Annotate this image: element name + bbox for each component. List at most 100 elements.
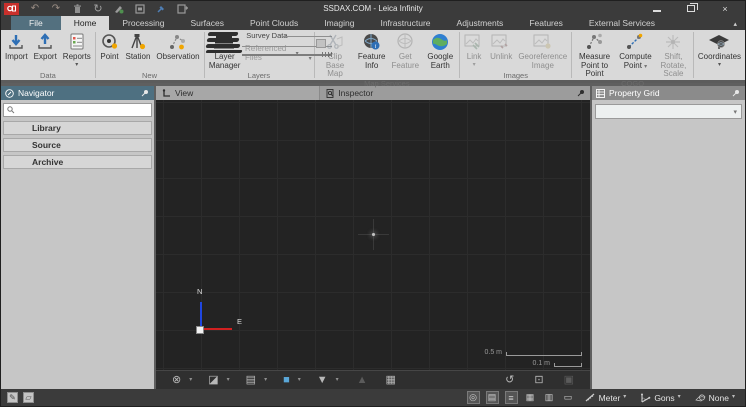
edit-tool-icon[interactable]: ✎	[7, 392, 18, 403]
view-canvas[interactable]: N E 0.5 m 0.1 m	[156, 100, 590, 370]
report-toggle-icon[interactable]: ▥	[543, 391, 556, 404]
archive-box-icon[interactable]	[134, 3, 146, 15]
import-button[interactable]: Import	[3, 32, 30, 62]
group-label-data: Data	[3, 71, 93, 80]
ribbon-group-images: Link ▾ Unlink Georeference Image Images	[460, 30, 571, 80]
view-3d-dropdown[interactable]: ▾	[296, 378, 303, 383]
tab-processing[interactable]: Processing	[109, 16, 177, 30]
inspector-toggle-icon[interactable]: ▤	[486, 391, 499, 404]
referenced-files-button[interactable]: Referenced Files ▾	[245, 44, 299, 62]
shift-rotate-scale-button[interactable]: Shift, Rotate, Scale	[656, 32, 692, 79]
station-icon	[128, 32, 148, 52]
compute-point-icon	[625, 32, 645, 52]
view-axis-icon	[162, 89, 171, 98]
view-pin-icon[interactable]	[576, 88, 586, 98]
background-mode-button[interactable]: ⊗	[170, 375, 183, 386]
property-grid-selector[interactable]: ▾	[595, 104, 742, 119]
export-icon	[36, 32, 54, 52]
navigator-section-archive[interactable]: Archive	[3, 155, 152, 169]
new-point-button[interactable]: Point	[98, 32, 122, 62]
delete-icon[interactable]	[71, 3, 83, 15]
minimize-button[interactable]	[651, 4, 663, 14]
link-image-button[interactable]: Link ▾	[462, 32, 486, 68]
link-image-icon	[464, 32, 484, 52]
tab-point-clouds[interactable]: Point Clouds	[237, 16, 311, 30]
navigator-section-source[interactable]: Source	[3, 138, 152, 152]
view-3d-button[interactable]: ■	[281, 375, 292, 386]
tab-imaging[interactable]: Imaging	[311, 16, 367, 30]
zoom-extents-button[interactable]: ⊡	[532, 375, 545, 386]
georeference-image-button[interactable]: Georeference Image	[516, 32, 569, 70]
navigator-toggle-icon[interactable]: ◎	[467, 391, 480, 404]
dropdown-arrow-icon: ▾	[296, 50, 299, 57]
clip-base-map-icon	[326, 32, 344, 52]
brush-icon[interactable]	[113, 3, 125, 15]
tab-view[interactable]: View	[156, 86, 319, 100]
tab-surfaces[interactable]: Surfaces	[177, 16, 237, 30]
filter-dropdown[interactable]: ▾	[334, 378, 341, 383]
navigator-pin-icon[interactable]	[140, 88, 150, 98]
export-button[interactable]: Export	[32, 32, 59, 62]
tab-external-services[interactable]: External Services	[576, 16, 668, 30]
tab-adjustments[interactable]: Adjustments	[444, 16, 517, 30]
ribbon-group-map-services: Clip Base Map i Feature Info Get Feature	[314, 30, 459, 80]
ribbon-collapse-icon[interactable]: ▴	[733, 20, 737, 28]
coordinates-button[interactable]: Coordinates ▾	[696, 32, 743, 68]
navigator-search-input[interactable]	[18, 106, 148, 115]
property-grid-header: Property Grid	[592, 86, 745, 100]
tab-infrastructure[interactable]: Infrastructure	[367, 16, 443, 30]
tab-features[interactable]: Features	[516, 16, 576, 30]
unlink-image-button[interactable]: Unlink	[488, 32, 514, 62]
georeference-image-icon	[533, 32, 553, 52]
measure-point-to-point-icon	[585, 32, 605, 52]
group-label-cogo: COGO	[574, 79, 691, 88]
clip-base-map-button[interactable]: Clip Base Map	[316, 32, 353, 79]
angle-unit-selector[interactable]: Gons ▾	[636, 393, 684, 403]
property-grid-pin-icon[interactable]	[731, 88, 741, 98]
grid-toggle-button[interactable]: ▦	[384, 375, 398, 386]
reports-button[interactable]: Reports ▾	[61, 32, 93, 68]
crs-selector[interactable]: None ▾	[691, 393, 739, 403]
reset-rotation-button[interactable]: ↺	[503, 375, 516, 386]
navigator-section-library[interactable]: Library	[3, 121, 152, 135]
tab-file[interactable]: File	[11, 16, 61, 30]
select-tool-dropdown[interactable]: ▾	[225, 378, 232, 383]
measure-point-to-point-button[interactable]: Measure Point to Point	[574, 32, 615, 79]
tab-inspector[interactable]: Inspector	[319, 86, 576, 100]
feature-info-button[interactable]: i Feature Info	[356, 32, 388, 70]
new-station-button[interactable]: Station	[124, 32, 153, 62]
group-label-map-services: Map Services	[316, 79, 457, 88]
background-mode-dropdown[interactable]: ▾	[187, 378, 194, 383]
layers-toggle-icon[interactable]: ▦	[524, 391, 537, 404]
east-axis-line	[200, 328, 232, 330]
tab-home[interactable]: Home	[61, 16, 110, 30]
layers-more-button[interactable]: ▾	[309, 55, 312, 62]
new-observation-button[interactable]: Observation	[154, 32, 201, 62]
scale-minor-bar	[554, 363, 582, 367]
distance-unit-selector[interactable]: Meter ▾	[581, 393, 631, 403]
sheet-tool-icon[interactable]: ▱	[23, 392, 34, 403]
point-icon	[100, 32, 120, 52]
pin-launch-icon[interactable]	[155, 3, 167, 15]
compute-point-button[interactable]: Compute Point ▾	[617, 32, 653, 71]
google-earth-button[interactable]: Google Earth	[423, 32, 457, 70]
minimize-icon	[653, 6, 661, 12]
export-window-icon[interactable]	[176, 3, 188, 15]
layers-view-button[interactable]: ▤	[244, 375, 258, 386]
ribbon-group-coordinates: Coordinates ▾	[694, 30, 745, 80]
axis-origin-marker	[196, 326, 204, 334]
get-feature-button[interactable]: Get Feature	[390, 32, 422, 70]
app-menu-button[interactable]	[4, 3, 19, 15]
select-tool-button[interactable]: ◪	[206, 375, 220, 386]
filter-button[interactable]: ▼	[315, 375, 330, 386]
layer-manager-button[interactable]: Layer Manager	[206, 32, 243, 70]
folder-icon[interactable]: ▭	[562, 391, 575, 404]
restore-button[interactable]	[685, 4, 697, 14]
refresh-icon[interactable]: ↻	[92, 3, 104, 15]
close-button[interactable]: ×	[719, 4, 731, 14]
property-grid-toggle-icon[interactable]: ≡	[505, 391, 518, 404]
ribbon-group-new: Point Station Observation New	[96, 30, 204, 80]
redo-icon[interactable]: ↷	[50, 3, 62, 15]
undo-icon[interactable]: ↶	[29, 3, 41, 15]
layers-view-dropdown[interactable]: ▾	[262, 378, 269, 383]
